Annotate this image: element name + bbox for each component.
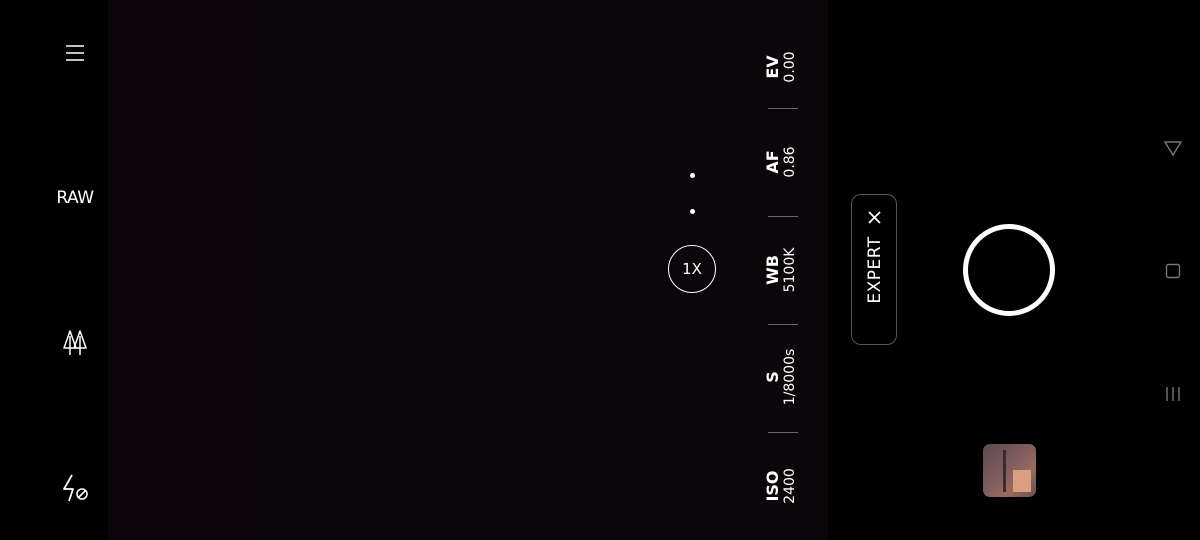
- page-indicator-dot: [690, 209, 695, 214]
- camera-viewfinder[interactable]: [108, 0, 828, 540]
- param-iso[interactable]: ISO 2400: [763, 436, 813, 536]
- param-separator: [768, 216, 798, 217]
- param-wb[interactable]: WB 5100K: [763, 220, 813, 320]
- flash-off-icon[interactable]: [59, 472, 91, 504]
- gallery-thumbnail[interactable]: [983, 444, 1036, 497]
- close-icon[interactable]: [866, 209, 883, 226]
- param-ev[interactable]: EV 0.00: [763, 17, 813, 117]
- expert-mode-label: EXPERT: [865, 236, 885, 304]
- camera-app: RAW 1X EV 0.00 AF 0.86 WB 5100K S 1/8000…: [0, 0, 1200, 540]
- param-af[interactable]: AF 0.86: [763, 112, 813, 212]
- page-indicator-dot: [690, 173, 695, 178]
- param-ev-name: EV: [763, 55, 782, 79]
- param-s-name: S: [763, 371, 782, 383]
- param-shutter-speed[interactable]: S 1/8000s: [763, 327, 813, 427]
- param-iso-name: ISO: [763, 470, 782, 502]
- param-separator: [768, 108, 798, 109]
- param-separator: [768, 432, 798, 433]
- param-ev-value: 0.00: [782, 51, 798, 83]
- zoom-label: 1X: [682, 260, 702, 278]
- param-s-value: 1/8000s: [782, 348, 798, 406]
- hamburger-menu-icon[interactable]: [63, 41, 87, 65]
- param-separator: [768, 324, 798, 325]
- shutter-button[interactable]: [963, 224, 1055, 316]
- back-triangle-icon[interactable]: [1163, 138, 1183, 158]
- param-wb-name: WB: [763, 255, 782, 285]
- trees-scene-icon[interactable]: [61, 328, 89, 358]
- recents-lines-icon[interactable]: [1164, 385, 1182, 403]
- param-af-name: AF: [763, 150, 782, 174]
- param-af-value: 0.86: [782, 146, 798, 178]
- zoom-button[interactable]: 1X: [668, 245, 716, 293]
- home-square-icon[interactable]: [1165, 263, 1181, 279]
- param-iso-value: 2400: [782, 468, 798, 504]
- left-control-strip: RAW: [0, 0, 108, 540]
- raw-toggle-button[interactable]: RAW: [50, 186, 100, 210]
- param-wb-value: 5100K: [782, 247, 798, 293]
